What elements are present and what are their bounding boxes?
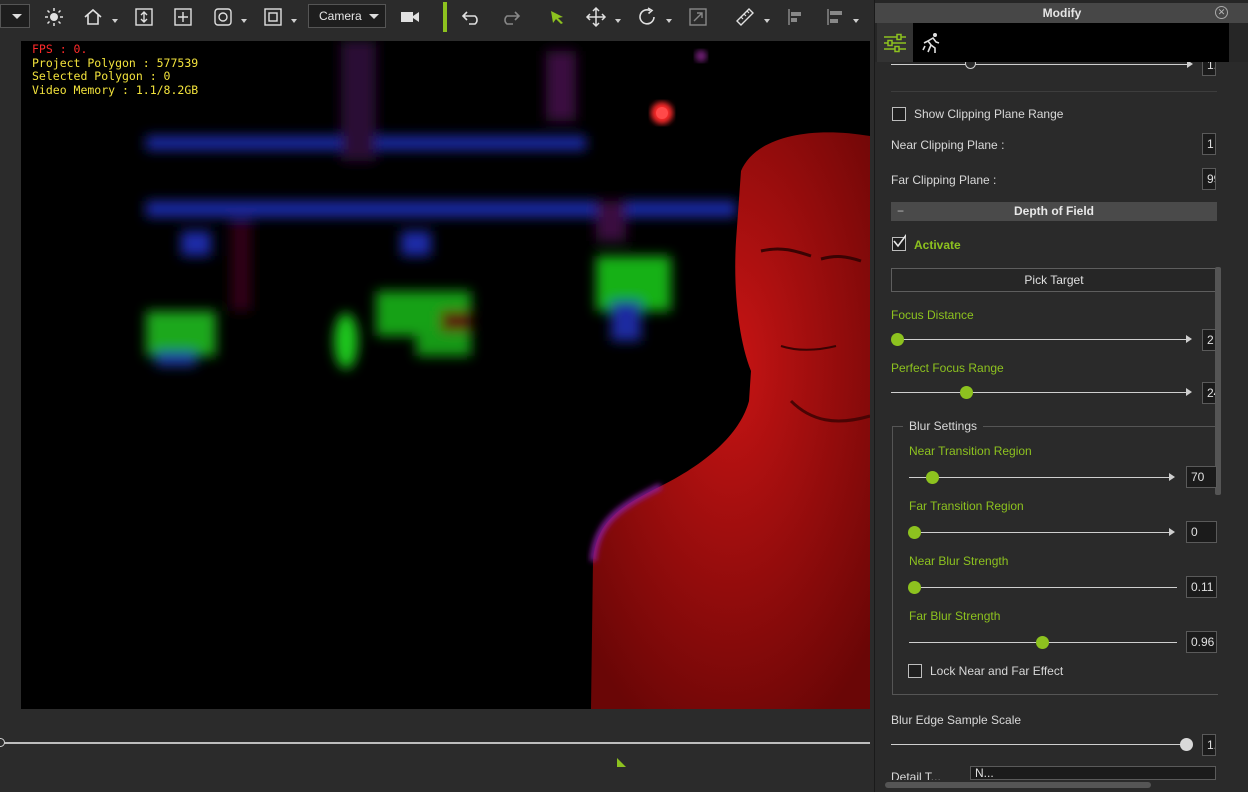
activate-label: Activate — [914, 238, 961, 252]
selected-polygon-readout: Selected Polygon : 0 — [32, 69, 171, 84]
far-transition-input[interactable]: 0 — [1186, 521, 1217, 543]
blur-edge-track[interactable] — [891, 744, 1187, 745]
view-dropdown[interactable] — [0, 4, 30, 28]
perfect-focus-range-knob[interactable] — [960, 386, 973, 399]
pick-target-button[interactable]: Pick Target — [891, 268, 1217, 292]
top-slider-value[interactable]: 1. — [1202, 62, 1216, 76]
near-clipping-label: Near Clipping Plane : — [891, 138, 1005, 152]
ruler-icon[interactable] — [733, 4, 757, 30]
top-slider-arrow — [1187, 62, 1193, 68]
timeline-track[interactable] — [0, 742, 870, 744]
near-blur-strength-knob[interactable] — [908, 581, 921, 594]
perfect-focus-range-track[interactable] — [891, 392, 1187, 393]
corner-resize-icon[interactable] — [617, 758, 626, 767]
video-memory-readout: Video Memory : 1.1/8.2GB — [32, 82, 199, 97]
near-transition-arrow — [1169, 473, 1175, 481]
blur-edge-input[interactable]: 1. — [1202, 734, 1216, 756]
near-clipping-input[interactable]: 1 — [1202, 133, 1216, 155]
focus-distance-track[interactable] — [897, 339, 1187, 340]
align-left-icon[interactable] — [785, 4, 807, 30]
far-transition-knob[interactable] — [908, 526, 921, 539]
align-icon[interactable] — [824, 4, 846, 30]
redo-icon[interactable] — [498, 4, 522, 30]
dof-header-label: Depth of Field — [1014, 204, 1094, 218]
lock-near-far-checkbox[interactable] — [908, 664, 922, 678]
blur-edge-label: Blur Edge Sample Scale — [891, 713, 1022, 727]
far-clipping-label: Far Clipping Plane : — [891, 173, 997, 187]
near-blur-strength-input[interactable]: 0.11 — [1186, 576, 1217, 598]
focus-distance-knob[interactable] — [891, 333, 904, 346]
far-transition-track[interactable] — [909, 532, 1171, 533]
far-blur-strength-knob[interactable] — [1036, 636, 1049, 649]
fit-vertical-icon[interactable] — [133, 4, 155, 30]
rotate-icon[interactable] — [635, 4, 659, 30]
perfect-focus-range-input[interactable]: 24 — [1202, 382, 1216, 404]
blur-settings-title: Blur Settings — [903, 419, 984, 433]
top-slider-track[interactable] — [891, 64, 1191, 65]
camera-select[interactable]: Camera — [308, 4, 386, 28]
blur-edge-knob[interactable] — [1180, 738, 1193, 751]
near-blur-strength-label: Near Blur Strength — [909, 554, 1009, 568]
timeline-knob[interactable] — [0, 738, 5, 747]
near-blur-strength-track[interactable] — [909, 587, 1177, 588]
viewport-stats: FPS : 0. Project Polygon : 577539 Selected… — [32, 42, 199, 97]
video-camera-icon[interactable] — [398, 4, 422, 30]
far-transition-arrow — [1169, 528, 1175, 536]
camera-select-label: Camera — [319, 9, 362, 23]
scale-icon[interactable] — [686, 4, 710, 30]
detail-type-label: Detail T... — [891, 770, 941, 780]
near-transition-label: Near Transition Region — [909, 444, 1032, 458]
focus-distance-input[interactable]: 2 — [1202, 329, 1216, 351]
near-transition-knob[interactable] — [926, 471, 939, 484]
3d-viewport[interactable]: FPS : 0. Project Polygon : 577539 Selected… — [21, 41, 870, 709]
far-clipping-input[interactable]: 99 — [1202, 168, 1216, 190]
panel-content: 1. Show Clipping Plane Range Near Clippi… — [875, 62, 1248, 792]
checkmark-icon — [893, 234, 906, 248]
dof-section-header[interactable]: − Depth of Field — [891, 202, 1217, 221]
focus-distance-arrow — [1186, 335, 1192, 343]
frame-icon[interactable] — [262, 4, 284, 30]
perfect-focus-range-arrow — [1186, 388, 1192, 396]
near-transition-input[interactable]: 70 — [1186, 466, 1217, 488]
rotate-view-icon[interactable] — [211, 4, 235, 30]
detail-type-select[interactable]: N... — [970, 766, 1216, 780]
select-arrow-icon[interactable] — [546, 4, 568, 30]
toolbar-divider — [443, 2, 447, 32]
main-toolbar: Camera — [0, 0, 874, 34]
move-icon[interactable] — [584, 4, 608, 30]
far-blur-strength-input[interactable]: 0.96 — [1186, 631, 1217, 653]
focus-distance-label: Focus Distance — [891, 308, 974, 322]
home-icon[interactable] — [81, 4, 105, 30]
panel-tabs — [877, 23, 1229, 62]
show-clipping-label: Show Clipping Plane Range — [914, 107, 1064, 121]
fit-all-icon[interactable] — [172, 4, 194, 30]
motion-figure-icon[interactable] — [913, 23, 949, 62]
near-transition-track[interactable] — [909, 477, 1171, 478]
top-slider-knob[interactable] — [965, 62, 976, 69]
modify-panel: Modify ✕ 1. Show Clipping Plane Range Ne… — [874, 0, 1248, 792]
collapse-icon[interactable]: − — [897, 202, 904, 221]
close-icon[interactable]: ✕ — [1215, 6, 1228, 19]
light-icon[interactable] — [42, 4, 66, 30]
scene-render — [146, 41, 870, 709]
fps-readout: FPS : 0. — [32, 42, 88, 56]
far-blur-strength-label: Far Blur Strength — [909, 609, 1001, 623]
perfect-focus-range-label: Perfect Focus Range — [891, 361, 1004, 375]
horizontal-scrollbar[interactable] — [885, 782, 1151, 788]
show-clipping-checkbox[interactable] — [892, 107, 906, 121]
project-polygon-readout: Project Polygon : 577539 — [32, 55, 199, 70]
separator — [891, 91, 1217, 92]
activate-checkbox[interactable] — [892, 234, 906, 251]
panel-title: Modify — [875, 3, 1248, 23]
lock-near-far-label: Lock Near and Far Effect — [930, 664, 1064, 678]
far-transition-label: Far Transition Region — [909, 499, 1024, 513]
modify-sliders-icon[interactable] — [877, 23, 913, 62]
undo-icon[interactable] — [460, 4, 484, 30]
